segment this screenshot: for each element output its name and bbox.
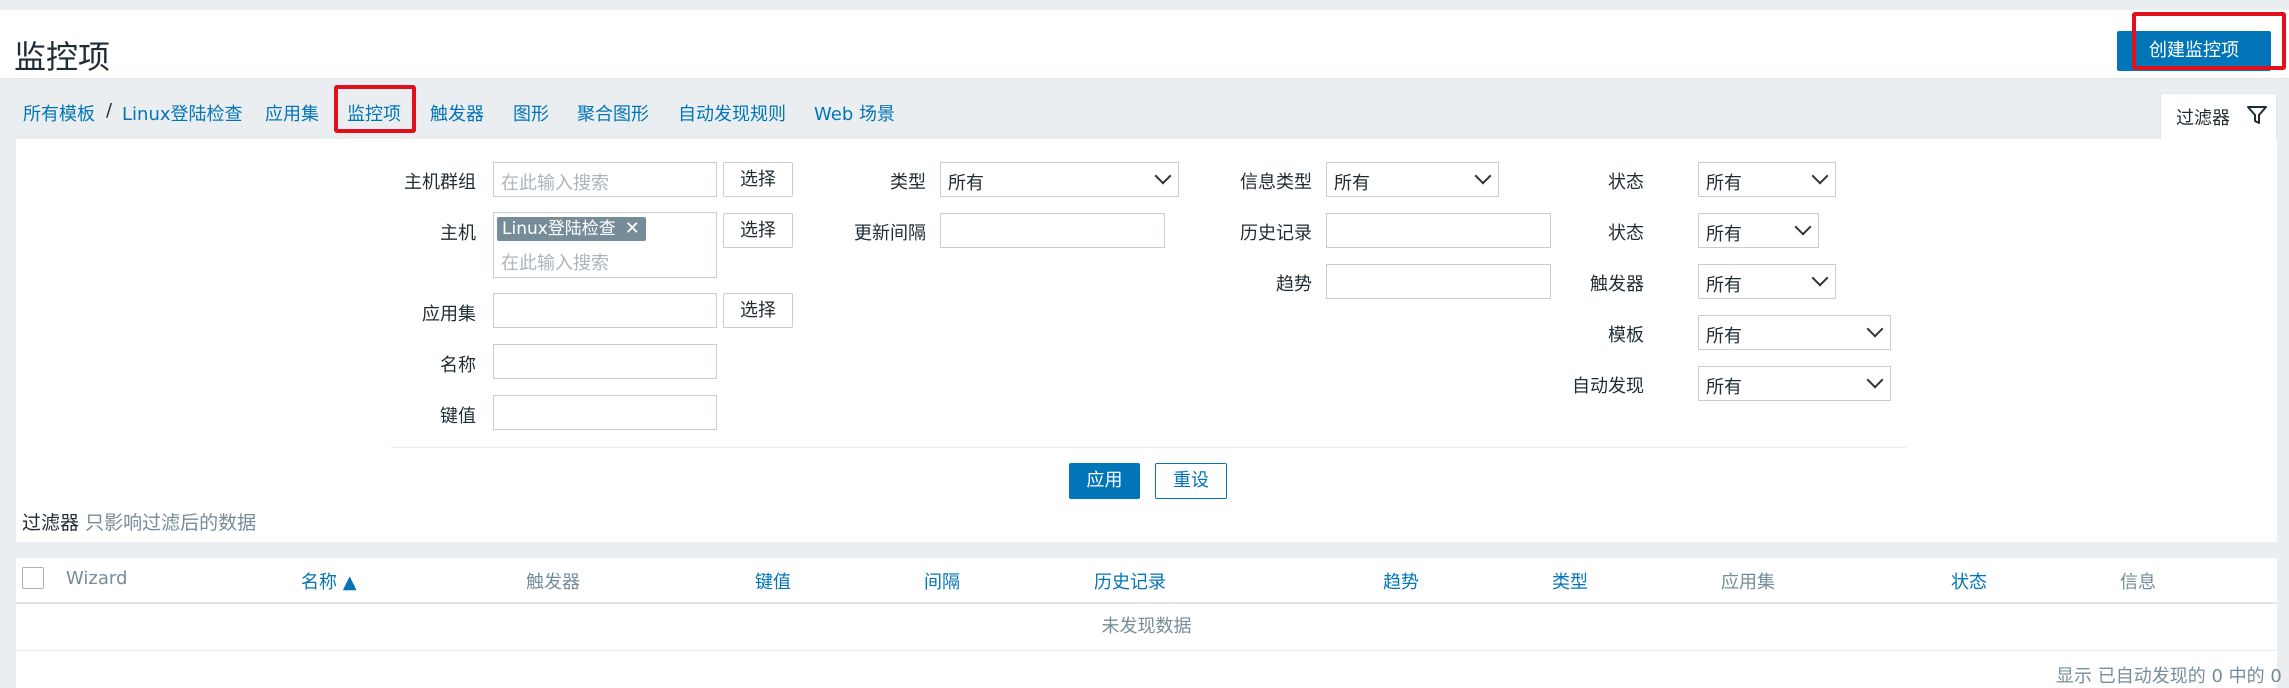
key-input[interactable] bbox=[493, 395, 717, 430]
chevron-down-icon bbox=[1811, 269, 1829, 287]
update-interval-label: 更新间隔 bbox=[854, 223, 926, 244]
highlight-items-tab bbox=[334, 85, 416, 133]
key-label: 键值 bbox=[440, 406, 476, 427]
tab-applications[interactable]: 应用集 bbox=[265, 100, 319, 126]
filter-note: 过滤器 只影响过滤后的数据 bbox=[22, 508, 256, 535]
application-select-button[interactable]: 选择 bbox=[723, 293, 793, 328]
host-group-select-button[interactable]: 选择 bbox=[723, 162, 793, 197]
chevron-down-icon bbox=[1811, 167, 1829, 185]
host-group-label: 主机群组 bbox=[404, 172, 476, 193]
chevron-down-icon bbox=[1866, 371, 1884, 389]
type-label: 类型 bbox=[890, 172, 926, 193]
column-name[interactable]: 名称 ▲ bbox=[301, 568, 357, 594]
triggers-label: 触发器 bbox=[1590, 274, 1644, 295]
type-select-value: 所有 bbox=[948, 173, 984, 194]
discovery-label: 自动发现 bbox=[1572, 376, 1644, 397]
column-key[interactable]: 键值 bbox=[755, 568, 791, 594]
type-select[interactable]: 所有 bbox=[940, 162, 1179, 197]
trends-label: 趋势 bbox=[1276, 274, 1312, 295]
status-select[interactable]: 所有 bbox=[1698, 162, 1836, 197]
reset-button[interactable]: 重设 bbox=[1155, 463, 1227, 499]
state-label: 状态 bbox=[1608, 223, 1644, 244]
info-type-select[interactable]: 所有 bbox=[1326, 162, 1499, 197]
host-label: 主机 bbox=[440, 223, 476, 244]
apply-button[interactable]: 应用 bbox=[1069, 463, 1140, 499]
column-wizard: Wizard bbox=[66, 568, 128, 589]
template-label: 模板 bbox=[1608, 325, 1644, 346]
filter-tab[interactable]: 过滤器 bbox=[2160, 93, 2277, 139]
tab-graphs[interactable]: 图形 bbox=[513, 100, 549, 126]
column-info: 信息 bbox=[2120, 572, 2156, 593]
chevron-down-icon bbox=[1154, 167, 1172, 185]
chevron-down-icon bbox=[1794, 218, 1812, 236]
name-input[interactable] bbox=[493, 344, 717, 379]
status-label: 状态 bbox=[1608, 172, 1644, 193]
filter-note-sub: 只影响过滤后的数据 bbox=[85, 512, 257, 534]
tab-discovery-rules[interactable]: 自动发现规则 bbox=[678, 100, 786, 126]
name-label: 名称 bbox=[440, 355, 476, 376]
host-tag: Linux登陆检查 ✕ bbox=[497, 217, 646, 241]
select-all-checkbox[interactable] bbox=[22, 567, 44, 589]
template-select[interactable]: 所有 bbox=[1698, 315, 1891, 350]
highlight-create-button bbox=[2132, 12, 2286, 70]
host-select-button[interactable]: 选择 bbox=[723, 213, 793, 248]
page-header: 监控项 创建监控项 bbox=[0, 10, 2289, 79]
filter-note-title: 过滤器 bbox=[22, 512, 80, 534]
chevron-down-icon bbox=[1474, 167, 1492, 185]
chevron-down-icon bbox=[1866, 320, 1884, 338]
filter-panel bbox=[16, 139, 2277, 542]
info-type-label: 信息类型 bbox=[1240, 172, 1312, 193]
trends-input[interactable] bbox=[1326, 264, 1551, 299]
column-applications: 应用集 bbox=[1721, 572, 1775, 593]
info-type-select-value: 所有 bbox=[1334, 173, 1370, 194]
column-interval[interactable]: 间隔 bbox=[924, 568, 960, 594]
column-status[interactable]: 状态 bbox=[1951, 568, 1987, 594]
host-tag-label: Linux登陆检查 bbox=[502, 219, 616, 239]
column-trends[interactable]: 趋势 bbox=[1383, 568, 1419, 594]
column-type[interactable]: 类型 bbox=[1552, 568, 1588, 594]
tab-web-scenarios[interactable]: Web 场景 bbox=[814, 100, 895, 126]
filter-divider bbox=[391, 447, 1907, 448]
host-multiselect[interactable]: Linux登陆检查 ✕ 在此输入搜索 bbox=[493, 212, 717, 278]
filter-icon bbox=[2247, 106, 2267, 124]
breadcrumb-separator: / bbox=[106, 100, 113, 121]
filter-tab-label: 过滤器 bbox=[2176, 108, 2230, 129]
breadcrumb-all-templates[interactable]: 所有模板 bbox=[23, 100, 95, 126]
state-select-value: 所有 bbox=[1706, 224, 1742, 245]
history-input[interactable] bbox=[1326, 213, 1551, 248]
tab-triggers[interactable]: 触发器 bbox=[430, 100, 484, 126]
triggers-select[interactable]: 所有 bbox=[1698, 264, 1836, 299]
history-label: 历史记录 bbox=[1240, 223, 1312, 244]
remove-tag-icon[interactable]: ✕ bbox=[625, 217, 640, 241]
tab-screens[interactable]: 聚合图形 bbox=[577, 100, 649, 126]
host-group-input[interactable]: 在此输入搜索 bbox=[493, 162, 717, 197]
table-footer-count: 显示 已自动发现的 0 中的 0 bbox=[2056, 666, 2282, 687]
application-label: 应用集 bbox=[422, 304, 476, 325]
application-input[interactable] bbox=[493, 293, 717, 328]
column-history[interactable]: 历史记录 bbox=[1094, 568, 1166, 594]
triggers-select-value: 所有 bbox=[1706, 275, 1742, 296]
top-strip bbox=[0, 0, 2289, 10]
status-select-value: 所有 bbox=[1706, 173, 1742, 194]
discovery-select-value: 所有 bbox=[1706, 377, 1742, 398]
column-triggers: 触发器 bbox=[526, 572, 580, 593]
template-select-value: 所有 bbox=[1706, 326, 1742, 347]
page-title: 监控项 bbox=[14, 38, 111, 76]
host-search-placeholder[interactable]: 在此输入搜索 bbox=[501, 249, 609, 275]
table-row-divider bbox=[16, 650, 2277, 651]
empty-table-message: 未发现数据 bbox=[1101, 616, 1192, 637]
breadcrumb-template[interactable]: Linux登陆检查 bbox=[122, 100, 243, 126]
discovery-select[interactable]: 所有 bbox=[1698, 366, 1891, 401]
state-select[interactable]: 所有 bbox=[1698, 213, 1819, 248]
update-interval-input[interactable] bbox=[940, 213, 1165, 248]
